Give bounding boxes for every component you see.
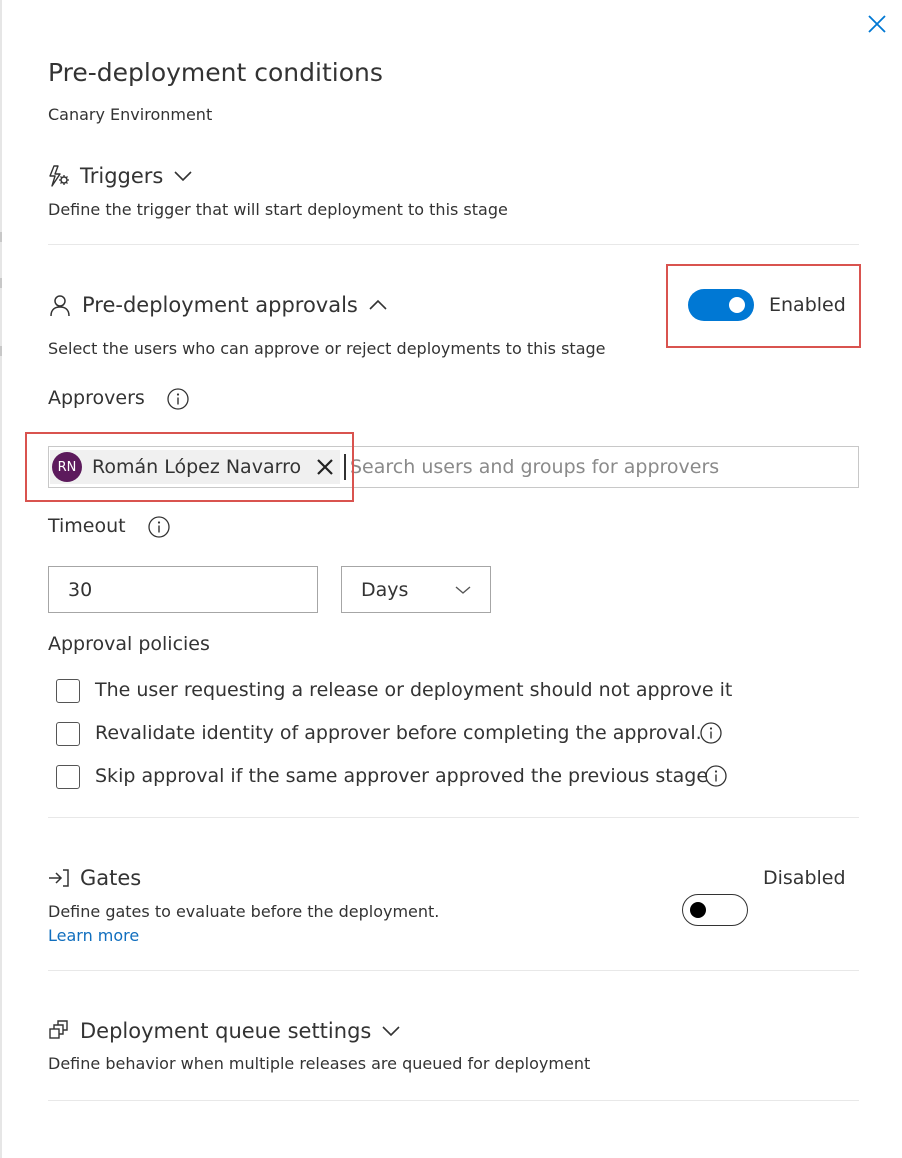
info-icon[interactable]	[167, 388, 189, 410]
lightning-gear-icon	[49, 165, 69, 187]
approval-policies-label: Approval policies	[48, 633, 210, 655]
gates-header[interactable]: Gates	[48, 866, 141, 890]
timeout-value: 30	[68, 578, 93, 601]
approvers-label: Approvers	[48, 387, 145, 409]
queue-label: Deployment queue settings	[80, 1019, 372, 1043]
info-icon[interactable]	[148, 516, 170, 538]
chevron-up-icon	[369, 299, 387, 310]
queue-icon	[49, 1020, 68, 1039]
approvals-label: Pre-deployment approvals	[82, 293, 358, 317]
toggle-knob	[729, 297, 745, 313]
approvals-description: Select the users who can approve or reje…	[48, 339, 606, 358]
timeout-input[interactable]: 30	[48, 566, 318, 613]
section-divider	[48, 244, 859, 245]
queue-header[interactable]: Deployment queue settings	[48, 1019, 401, 1043]
policy-checkbox-revalidate[interactable]	[56, 722, 80, 746]
page-subtitle: Canary Environment	[48, 105, 213, 124]
approvals-header[interactable]: Pre-deployment approvals	[48, 293, 388, 317]
approvals-toggle-label: Enabled	[769, 294, 846, 316]
close-icon	[868, 15, 886, 33]
timeout-unit-dropdown[interactable]: Days	[341, 566, 491, 613]
chevron-down-icon	[174, 171, 192, 182]
chevron-down-icon	[382, 1026, 400, 1037]
close-button[interactable]	[864, 11, 890, 37]
policy-checkbox-skip[interactable]	[56, 765, 80, 789]
policy-label: Revalidate identity of approver before c…	[95, 722, 702, 744]
gates-toggle[interactable]	[682, 894, 748, 926]
timeout-label: Timeout	[48, 515, 126, 537]
timeout-unit-value: Days	[361, 578, 409, 601]
queue-description: Define behavior when multiple releases a…	[48, 1054, 591, 1073]
policy-checkbox-requester[interactable]	[56, 679, 80, 703]
gate-arrow-icon	[49, 869, 69, 887]
approvals-toggle[interactable]	[688, 289, 754, 321]
section-divider	[48, 970, 859, 971]
person-icon	[50, 295, 70, 317]
gates-toggle-label: Disabled	[763, 867, 846, 889]
approver-search-input[interactable]	[350, 451, 850, 483]
info-icon[interactable]	[700, 722, 722, 744]
triggers-header[interactable]: Triggers	[48, 164, 193, 188]
learn-more-link[interactable]: Learn more	[48, 926, 139, 945]
section-divider	[48, 1100, 859, 1101]
page-title: Pre-deployment conditions	[48, 58, 383, 87]
toggle-knob	[690, 902, 706, 918]
approver-highlight-box	[25, 432, 354, 502]
policy-label: Skip approval if the same approver appro…	[95, 765, 709, 787]
triggers-label: Triggers	[80, 164, 164, 188]
chevron-down-icon	[455, 586, 471, 594]
gates-description: Define gates to evaluate before the depl…	[48, 902, 440, 921]
gates-label: Gates	[80, 866, 142, 890]
pre-deployment-conditions-panel: Pre-deployment conditions Canary Environ…	[2, 0, 902, 1158]
policy-label: The user requesting a release or deploym…	[95, 679, 733, 701]
triggers-description: Define the trigger that will start deplo…	[48, 200, 508, 219]
info-icon[interactable]	[705, 765, 727, 787]
section-divider	[48, 817, 859, 818]
